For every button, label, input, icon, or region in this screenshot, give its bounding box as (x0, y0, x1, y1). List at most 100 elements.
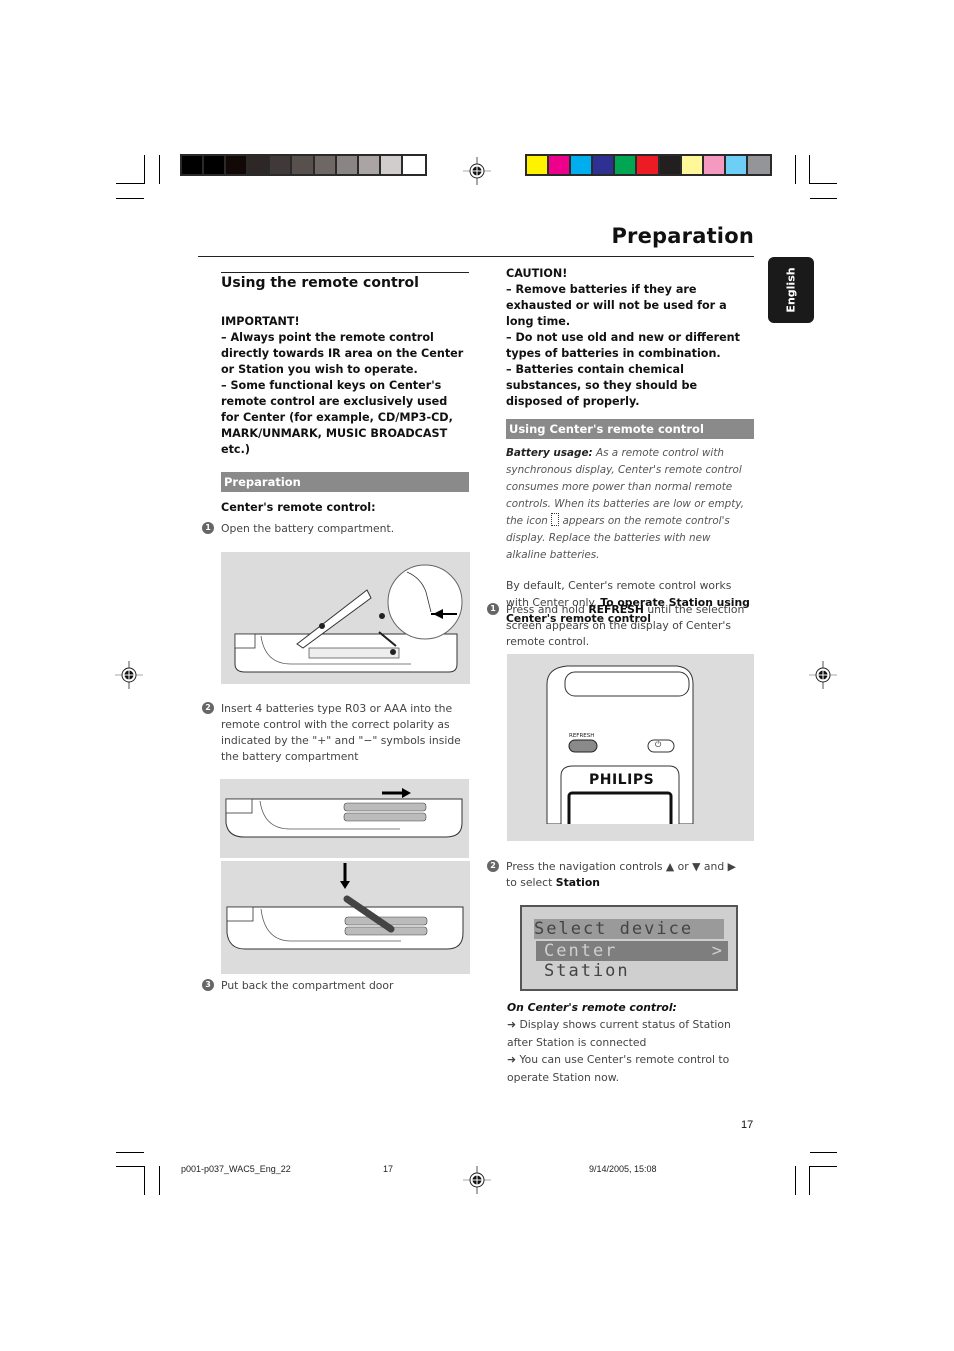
lcd-title: Select device (534, 919, 724, 939)
station-label: Station (555, 876, 600, 889)
refresh-key-label: REFRESH (588, 603, 644, 616)
grayscale-swatch (358, 156, 381, 174)
step-number: 3 (202, 979, 214, 991)
language-tab: English (768, 257, 814, 323)
step-number: 1 (202, 522, 214, 534)
step-number: 2 (487, 860, 499, 872)
grayscale-swatch (182, 156, 205, 174)
power-icon: ⏻ (655, 740, 662, 749)
result-item: ➜ Display shows current status of Statio… (507, 1018, 731, 1049)
crop-mark (809, 155, 810, 184)
step-text: Put back the compartment door (221, 979, 394, 992)
low-battery-icon (551, 513, 560, 526)
philips-logo: PHILIPS (589, 772, 655, 788)
registration-target-icon (463, 157, 491, 185)
result-item: ➜ You can use Center's remote control to… (507, 1053, 730, 1084)
chevron-right-icon: > (711, 941, 724, 961)
color-swatch (747, 156, 771, 174)
remote-batteries-drop-drawing (226, 863, 464, 950)
step-text: Press and hold REFRESH until the selecti… (506, 602, 746, 650)
step-number: 2 (202, 702, 214, 714)
lcd-item-center-selected: Center > (536, 941, 728, 961)
registration-target-icon (463, 1166, 491, 1194)
color-swatch (593, 156, 616, 174)
caution-item: – Do not use old and new or different ty… (506, 331, 740, 360)
page-number: 17 (741, 1119, 754, 1131)
footer-timestamp: 9/14/2005, 15:08 (589, 1164, 657, 1174)
footer-filename: p001-p037_WAC5_Eng_22 (181, 1164, 291, 1174)
section-bar-using-center-remote: Using Center's remote control (506, 419, 754, 439)
step-text: Press the navigation controls ▲ or ▼ and… (506, 859, 746, 891)
crop-mark (795, 1166, 796, 1195)
step-text-part: Press the navigation controls ▲ or ▼ and… (506, 860, 736, 889)
color-swatch (725, 156, 748, 174)
crop-mark (810, 198, 837, 199)
color-swatch (615, 156, 638, 174)
color-calibration-bar (525, 154, 772, 176)
lcd-select-device-screen: Select device Center > Station (520, 905, 738, 991)
crop-mark (144, 1166, 145, 1195)
important-label: IMPORTANT! (221, 315, 300, 328)
illustration-insert-batteries-slide (220, 779, 469, 858)
crop-mark (795, 155, 796, 184)
grayscale-swatch (270, 156, 293, 174)
crop-mark (116, 1166, 144, 1167)
illustration-open-battery-compartment (221, 552, 470, 684)
step-text: Insert 4 batteries type R03 or AAA into … (221, 702, 461, 763)
crop-mark (809, 1166, 837, 1167)
remote-batteries-slide-drawing (225, 788, 463, 838)
illustration-insert-batteries-drop (221, 861, 470, 974)
color-swatch (637, 156, 660, 174)
section-heading: Using the remote control (221, 272, 469, 300)
crop-mark (809, 1166, 810, 1195)
crop-mark (809, 183, 837, 184)
section-bar-preparation: Preparation (221, 472, 469, 492)
step-text: Open the battery compartment. (221, 522, 395, 535)
color-swatch (527, 156, 550, 174)
battery-usage-label: Battery usage: (506, 447, 593, 459)
important-item: – Always point the remote control direct… (221, 331, 464, 376)
crop-mark (159, 155, 160, 184)
crop-mark (144, 155, 145, 184)
color-swatch (659, 156, 682, 174)
lcd-item-station: Station (544, 961, 630, 981)
crop-mark (810, 1152, 837, 1153)
crop-mark (116, 183, 144, 184)
color-swatch (549, 156, 572, 174)
footer-page: 17 (383, 1164, 394, 1174)
grayscale-swatch (248, 156, 271, 174)
remote-open-compartment-drawing (234, 564, 463, 673)
grayscale-swatch (226, 156, 249, 174)
color-swatch (703, 156, 726, 174)
language-tab-label: English (784, 267, 798, 313)
crop-mark (116, 1152, 144, 1153)
color-swatch (571, 156, 594, 174)
grayscale-swatch (204, 156, 227, 174)
grayscale-swatch (292, 156, 315, 174)
caution-item: – Remove batteries if they are exhausted… (506, 283, 727, 328)
on-remote-label: On Center's remote control: (507, 1001, 677, 1014)
caution-label: CAUTION! (506, 267, 568, 280)
title-divider (198, 256, 754, 257)
grayscale-swatch (314, 156, 337, 174)
registration-target-icon (809, 661, 837, 689)
left-column: Using the remote control IMPORTANT! – Al… (221, 272, 469, 516)
crop-mark (116, 198, 144, 199)
page-title: Preparation (611, 224, 754, 248)
step-number: 1 (487, 603, 499, 615)
refresh-button-label: REFRESH (569, 733, 595, 739)
grayscale-calibration-bar (180, 154, 427, 176)
lcd-item-label: Center (544, 941, 618, 961)
crop-mark (159, 1166, 160, 1195)
grayscale-swatch (336, 156, 359, 174)
grayscale-swatch (380, 156, 403, 174)
important-item: – Some functional keys on Center's remot… (221, 379, 453, 456)
color-swatch (681, 156, 704, 174)
battery-usage-paragraph: Battery usage: As a remote control with … (506, 445, 754, 564)
caution-item: – Batteries contain chemical substances,… (506, 363, 698, 408)
remote-control-drawing (507, 665, 754, 841)
grayscale-swatch (402, 156, 426, 174)
registration-target-icon (115, 661, 143, 689)
step-text-part: Press and hold (506, 603, 589, 616)
subheading-center-remote: Center's remote control: (221, 501, 376, 514)
